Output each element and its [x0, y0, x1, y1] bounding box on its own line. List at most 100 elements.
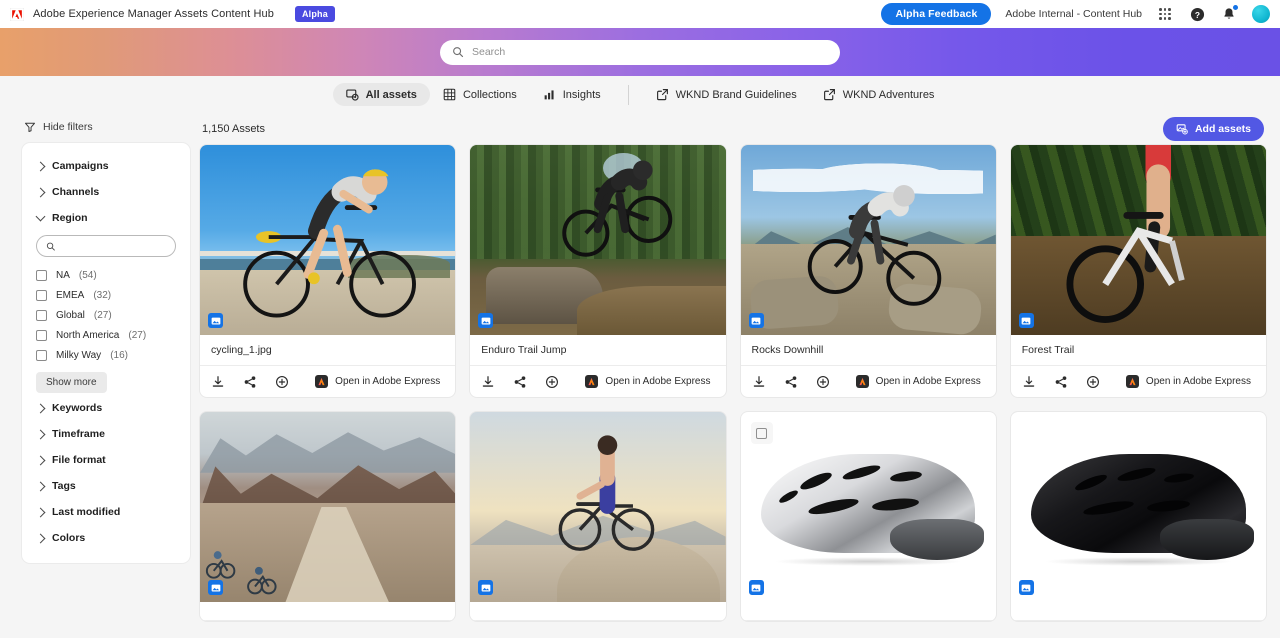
tab-label: Insights: [562, 88, 601, 101]
app-switcher-icon[interactable]: [1156, 5, 1174, 23]
hide-filters-button[interactable]: Hide filters: [14, 113, 196, 143]
nav-tabs: All assets Collections Insights WKND Bra…: [0, 76, 1280, 113]
search-bar[interactable]: [440, 39, 840, 65]
share-icon[interactable]: [1054, 375, 1068, 389]
region-option-na[interactable]: NA (54): [36, 265, 176, 285]
region-search-input[interactable]: [61, 240, 166, 252]
share-icon[interactable]: [243, 375, 257, 389]
filter-section-channels[interactable]: Channels: [22, 179, 190, 205]
share-icon[interactable]: [513, 375, 527, 389]
hide-filters-label: Hide filters: [43, 121, 93, 133]
search-icon: [453, 47, 464, 58]
avatar[interactable]: [1252, 5, 1270, 23]
image-type-icon: [748, 313, 764, 328]
filter-section-colors[interactable]: Colors: [22, 525, 190, 551]
option-count: (32): [93, 289, 112, 301]
svg-text:?: ?: [1194, 9, 1199, 19]
adobe-express-icon: [1125, 375, 1139, 388]
add-assets-button[interactable]: Add assets: [1162, 117, 1264, 141]
add-to-collection-icon[interactable]: [545, 375, 559, 389]
region-option-north-america[interactable]: North America (27): [36, 325, 176, 345]
alpha-tag: Alpha: [294, 6, 335, 22]
filter-section-tags[interactable]: Tags: [22, 473, 190, 499]
filter-section-keywords[interactable]: Keywords: [22, 395, 190, 421]
tab-wknd-brand-guidelines[interactable]: WKND Brand Guidelines: [643, 83, 810, 106]
open-in-adobe-express-button[interactable]: Open in Adobe Express: [311, 373, 444, 390]
top-bar-right: Alpha Feedback Adobe Internal - Content …: [881, 3, 1270, 25]
asset-thumbnail[interactable]: [470, 412, 726, 602]
checkbox[interactable]: [36, 309, 47, 321]
option-label: Global: [56, 309, 85, 321]
filter-label: Last modified: [52, 506, 121, 518]
alpha-feedback-button[interactable]: Alpha Feedback: [881, 3, 992, 25]
asset-card[interactable]: [200, 412, 456, 621]
chart-icon: [544, 90, 554, 100]
asset-card[interactable]: cycling_1.jpg Open in Adobe Express: [200, 145, 456, 397]
download-icon[interactable]: [211, 375, 225, 389]
adobe-express-icon: [315, 375, 329, 388]
asset-thumbnail[interactable]: [1010, 412, 1266, 602]
asset-card[interactable]: Rocks Downhill Open in Adobe Express: [740, 145, 996, 397]
filter-label: Keywords: [52, 402, 103, 414]
asset-thumbnail[interactable]: [470, 145, 726, 335]
tab-wknd-adventures[interactable]: WKND Adventures: [810, 83, 948, 106]
checkbox[interactable]: [36, 269, 47, 281]
asset-thumbnail[interactable]: [1010, 145, 1266, 335]
add-assets-icon: [1176, 124, 1188, 135]
download-icon[interactable]: [1022, 375, 1036, 389]
asset-select-checkbox[interactable]: [750, 422, 773, 444]
option-label: North America: [56, 329, 120, 341]
all-assets-icon: [345, 89, 359, 101]
filter-section-file-format[interactable]: File format: [22, 447, 190, 473]
help-icon[interactable]: ?: [1188, 5, 1206, 23]
asset-card[interactable]: Enduro Trail Jump Open in Adobe Express: [470, 145, 726, 397]
add-to-collection-icon[interactable]: [816, 375, 830, 389]
tab-insights[interactable]: Insights: [530, 83, 614, 106]
asset-card[interactable]: [740, 412, 996, 621]
share-icon[interactable]: [784, 375, 798, 389]
image-type-icon: [478, 580, 494, 595]
asset-card[interactable]: Forest Trail Open in Adobe Express: [1010, 145, 1266, 397]
filter-section-timeframe[interactable]: Timeframe: [22, 421, 190, 447]
summit-rider-illustration: [558, 435, 655, 551]
search-input[interactable]: [472, 46, 828, 58]
asset-card[interactable]: [470, 412, 726, 621]
add-to-collection-icon[interactable]: [1086, 375, 1100, 389]
asset-card[interactable]: [1010, 412, 1266, 621]
region-search-field[interactable]: [36, 235, 176, 257]
filter-section-region-header[interactable]: Region: [35, 205, 176, 231]
asset-title: Rocks Downhill: [740, 335, 996, 366]
forest-bike-illustration: [1066, 145, 1185, 323]
filter-section-campaigns[interactable]: Campaigns: [22, 153, 190, 179]
asset-thumbnail[interactable]: [740, 412, 996, 602]
tab-all-assets[interactable]: All assets: [332, 83, 430, 106]
add-assets-label: Add assets: [1194, 123, 1251, 135]
open-in-adobe-express-button[interactable]: Open in Adobe Express: [581, 373, 714, 390]
asset-thumbnail[interactable]: [740, 145, 996, 335]
checkbox[interactable]: [36, 289, 47, 301]
chevron-right-icon: [35, 533, 46, 543]
asset-thumbnail[interactable]: [200, 412, 456, 602]
asset-thumbnail[interactable]: [200, 145, 456, 335]
region-option-milky-way[interactable]: Milky Way (16): [36, 345, 176, 365]
filter-section-last-modified[interactable]: Last modified: [22, 499, 190, 525]
download-icon[interactable]: [752, 375, 766, 389]
open-in-adobe-express-button[interactable]: Open in Adobe Express: [1122, 373, 1255, 390]
add-to-collection-icon[interactable]: [275, 375, 289, 389]
thumbnail-art-black-helmet: [1010, 412, 1266, 602]
option-count: (27): [128, 329, 147, 341]
checkbox[interactable]: [36, 349, 47, 361]
notifications-icon[interactable]: [1220, 4, 1239, 23]
image-type-icon: [208, 313, 223, 328]
region-option-emea[interactable]: EMEA (32): [36, 285, 176, 305]
download-icon[interactable]: [481, 375, 495, 389]
asset-title: [740, 602, 996, 621]
open-in-adobe-express-button[interactable]: Open in Adobe Express: [852, 373, 985, 390]
show-more-button[interactable]: Show more: [36, 372, 107, 393]
region-option-global[interactable]: Global (27): [36, 305, 176, 325]
image-type-icon: [208, 580, 223, 595]
option-count: (54): [78, 269, 97, 281]
tab-collections[interactable]: Collections: [430, 83, 530, 106]
checkbox[interactable]: [36, 329, 47, 341]
grid-icon: [443, 88, 456, 101]
